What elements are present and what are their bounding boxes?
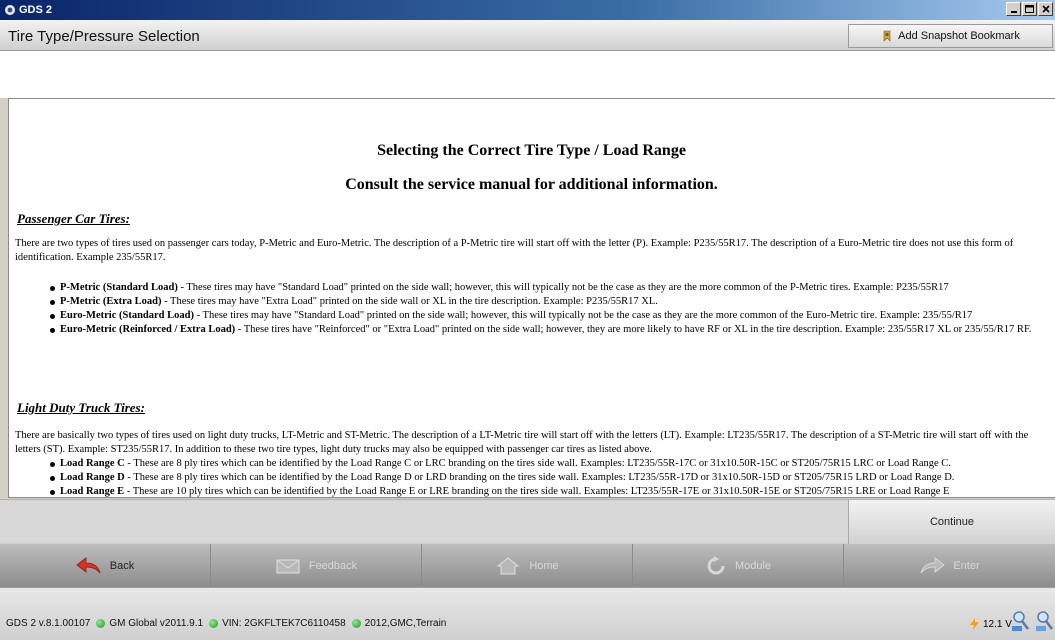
item-label: Euro-Metric (Reinforced / Extra Load) [60, 324, 236, 335]
voltage-value: 12.1 V [983, 618, 1012, 630]
sub-heading: Consult the service manual for additiona… [345, 176, 718, 193]
status-ok-icon [96, 619, 106, 628]
truck-intro: There are basically two types of tires u… [15, 430, 1029, 455]
passenger-tire-list: P-Metric (Standard Load) - These tires m… [50, 281, 1049, 337]
continue-button[interactable]: Continue [848, 500, 1055, 544]
status-ok-icon [351, 619, 361, 628]
bookmark-icon [883, 30, 891, 42]
gds-version: GDS 2 v.8.1.00107 [6, 618, 91, 629]
item-label: Load Range D [60, 472, 125, 483]
item-text: - These tires may have "Extra Load" prin… [161, 296, 658, 307]
app-icon [5, 5, 15, 15]
enter-button[interactable]: Enter [844, 544, 1055, 587]
feedback-label: Feedback [308, 559, 358, 572]
list-item: Euro-Metric (Reinforced / Extra Load) - … [50, 323, 1049, 337]
item-text: - These tires may have "Standard Load" p… [193, 310, 973, 321]
list-item: Euro-Metric (Standard Load) - These tire… [50, 309, 1049, 323]
forward-arrow-icon [920, 556, 945, 573]
item-text: - These are 8 ply tires which can be ide… [124, 472, 955, 483]
item-text: - These are 10 ply tires which can be id… [124, 486, 950, 497]
feedback-button[interactable]: Feedback [211, 544, 422, 587]
passenger-intro: There are two types of tires used on pas… [15, 238, 1014, 263]
snapshot-label: Add Snapshot Bookmark [898, 30, 1020, 42]
back-label: Back [109, 559, 135, 572]
add-snapshot-bookmark-button[interactable]: Add Snapshot Bookmark [848, 24, 1053, 48]
refresh-icon [707, 555, 725, 574]
list-item: Load Range E - These are 10 ply tires wh… [50, 485, 1049, 497]
window-titlebar: GDS 2 [0, 0, 1055, 20]
connection-search-icon[interactable] [1012, 610, 1030, 632]
item-text: - These tires may have "Standard Load" p… [177, 282, 949, 293]
lightning-icon [970, 618, 979, 630]
truck-tire-list: Load Range C - These are 8 ply tires whi… [50, 457, 1049, 497]
feedback-icon [276, 559, 300, 573]
info-document[interactable]: Selecting the Correct Tire Type / Load R… [8, 98, 1055, 498]
item-label: P-Metric (Standard Load) [60, 282, 178, 293]
item-label: Euro-Metric (Standard Load) [60, 310, 194, 321]
module-button[interactable]: Module [633, 544, 844, 587]
maximize-button[interactable] [1022, 2, 1037, 16]
page-header: Tire Type/Pressure Selection Add Snapsho… [0, 20, 1055, 51]
item-label: Load Range C [60, 458, 125, 469]
blank-area [0, 51, 1055, 98]
enter-label: Enter [953, 559, 980, 572]
item-text: - These are 8 ply tires which can be ide… [124, 458, 951, 469]
close-button[interactable] [1038, 2, 1053, 16]
item-label: P-Metric (Extra Load) [60, 296, 162, 307]
minimize-button[interactable] [1006, 2, 1021, 16]
back-button[interactable]: Back [0, 544, 211, 587]
list-item: P-Metric (Standard Load) - These tires m… [50, 281, 1049, 295]
gm-global-version: GM Global v2011.9.1 [109, 618, 204, 629]
back-arrow-icon [76, 556, 101, 573]
main-heading: Selecting the Correct Tire Type / Load R… [377, 142, 686, 159]
truck-section-title: Light Duty Truck Tires: [17, 400, 145, 415]
battery-voltage: 12.1 V [970, 618, 1012, 630]
list-item: Load Range C - These are 8 ply tires whi… [50, 457, 1049, 471]
device-search-icon[interactable] [1036, 610, 1054, 632]
item-label: Load Range E [60, 486, 125, 497]
window-title: GDS 2 [19, 4, 53, 16]
list-item: Load Range D - These are 8 ply tires whi… [50, 471, 1049, 485]
vehicle-text: 2012,GMC,Terrain [364, 618, 447, 629]
home-icon [496, 556, 520, 574]
status-ok-icon [209, 619, 219, 628]
home-button[interactable]: Home [422, 544, 633, 587]
passenger-section-title: Passenger Car Tires: [17, 211, 130, 226]
list-item: P-Metric (Extra Load) - These tires may … [50, 295, 1049, 309]
home-label: Home [529, 559, 559, 572]
action-row: Continue [0, 499, 1055, 544]
vin-text: VIN: 2GKFLTEK7C6110458 [222, 618, 346, 629]
module-label: Module [734, 559, 772, 572]
navigation-bar: Back Feedback Home Module Enter [0, 544, 1055, 587]
item-text: - These tires have "Reinforced" or "Extr… [235, 324, 1032, 335]
page-title: Tire Type/Pressure Selection [8, 28, 200, 45]
status-bar: GDS 2 v.8.1.00107 GM Global v2011.9.1 VI… [0, 587, 1055, 640]
